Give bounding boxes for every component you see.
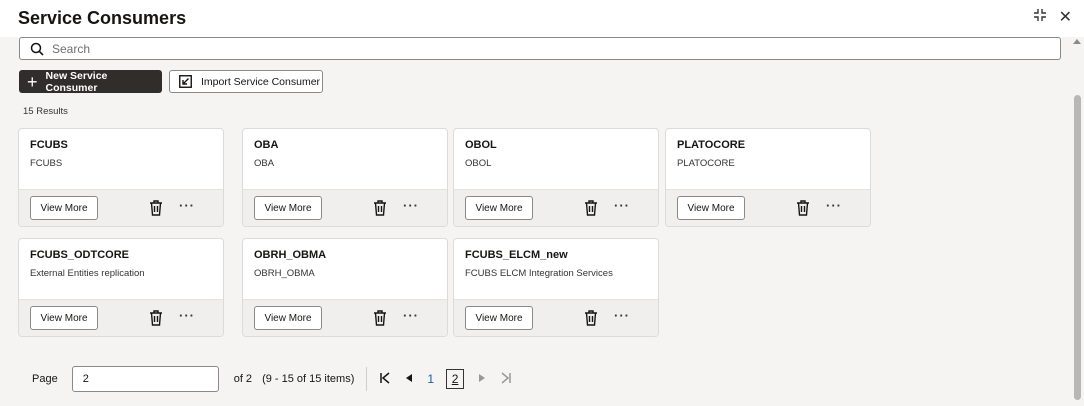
more-options-icon[interactable]: ··· — [614, 198, 630, 213]
first-page-icon[interactable] — [379, 371, 391, 387]
last-page-icon[interactable] — [500, 371, 512, 387]
collapse-arrows-icon[interactable] — [1033, 8, 1047, 28]
page-number-input[interactable]: 2 — [71, 366, 219, 392]
page-count-text: of 2 — [233, 373, 253, 385]
more-options-icon[interactable]: ··· — [826, 198, 842, 213]
divider — [366, 367, 368, 391]
more-options-icon[interactable]: ··· — [179, 308, 195, 323]
import-icon — [179, 75, 192, 88]
card-title: FCUBS_ELCM_new — [465, 249, 568, 261]
card-title: OBOL — [465, 139, 497, 151]
card-obrh-obma: OBRH_OBMA OBRH_OBMA View More ··· — [242, 238, 448, 337]
card-title: OBRH_OBMA — [254, 249, 327, 261]
page-label: Page — [32, 373, 58, 385]
page-title: Service Consumers — [18, 8, 187, 28]
search-icon — [30, 42, 44, 56]
view-more-button[interactable]: View More — [30, 196, 98, 220]
card-footer: View More ··· — [454, 299, 658, 336]
card-footer: View More ··· — [243, 189, 447, 226]
new-service-consumer-label: New Service Consumer — [45, 69, 108, 94]
card-fcubs-odtcore: FCUBS_ODTCORE External Entities replicat… — [18, 238, 224, 337]
card-title: FCUBS — [30, 139, 68, 151]
card-subtitle: FCUBS — [30, 158, 63, 169]
card-title: FCUBS_ODTCORE — [30, 249, 130, 261]
view-more-button[interactable]: View More — [30, 306, 98, 330]
import-service-consumer-label: Import Service Consumer — [201, 75, 321, 88]
trash-icon[interactable] — [584, 310, 598, 326]
card-subtitle: External Entities replication — [30, 268, 145, 279]
card-footer: View More ··· — [19, 299, 223, 336]
results-count: 15 Results — [23, 106, 68, 117]
more-options-icon[interactable]: ··· — [179, 198, 195, 213]
view-more-button[interactable]: View More — [465, 196, 533, 220]
more-options-icon[interactable]: ··· — [403, 308, 419, 323]
view-more-button[interactable]: View More — [465, 306, 533, 330]
header-icons: ✕ — [1033, 8, 1072, 28]
import-service-consumer-button[interactable]: Import Service Consumer — [169, 70, 323, 93]
card-platocore: PLATOCORE PLATOCORE View More ··· — [665, 128, 871, 227]
card-subtitle: FCUBS ELCM Integration Services — [465, 268, 613, 279]
close-icon[interactable]: ✕ — [1059, 8, 1072, 28]
page-link-1[interactable]: 1 — [427, 372, 434, 386]
prev-page-icon[interactable] — [405, 372, 413, 386]
card-fcubs: FCUBS FCUBS View More ··· — [18, 128, 224, 227]
scroll-up-icon[interactable] — [1073, 39, 1081, 44]
card-title: OBA — [254, 139, 279, 151]
view-more-button[interactable]: View More — [677, 196, 745, 220]
view-more-button[interactable]: View More — [254, 196, 322, 220]
card-fcubs-elcm-new: FCUBS_ELCM_new FCUBS ELCM Integration Se… — [453, 238, 659, 337]
card-footer: View More ··· — [454, 189, 658, 226]
trash-icon[interactable] — [373, 310, 387, 326]
trash-icon[interactable] — [796, 200, 810, 216]
trash-icon[interactable] — [373, 200, 387, 216]
items-range-text: (9 - 15 of 15 items) — [262, 373, 355, 385]
trash-icon[interactable] — [584, 200, 598, 216]
card-subtitle: OBA — [254, 158, 275, 169]
card-subtitle: OBRH_OBMA — [254, 268, 315, 279]
scrollbar[interactable] — [1070, 37, 1084, 406]
card-footer: View More ··· — [19, 189, 223, 226]
trash-icon[interactable] — [149, 310, 163, 326]
search-input[interactable]: Search — [19, 37, 1061, 60]
card-subtitle: PLATOCORE — [677, 158, 735, 169]
more-options-icon[interactable]: ··· — [403, 198, 419, 213]
card-subtitle: OBOL — [465, 158, 492, 169]
main-content: Search + New Service Consumer Import Ser… — [0, 37, 1070, 406]
pagination: Page 2 of 2 (9 - 15 of 15 items) 1 2 — [32, 365, 526, 393]
card-title: PLATOCORE — [677, 139, 746, 151]
trash-icon[interactable] — [149, 200, 163, 216]
card-footer: View More ··· — [666, 189, 870, 226]
new-service-consumer-button[interactable]: + New Service Consumer — [19, 69, 162, 94]
search-placeholder: Search — [52, 41, 91, 56]
card-footer: View More ··· — [243, 299, 447, 336]
next-page-icon[interactable] — [478, 372, 486, 386]
view-more-button[interactable]: View More — [254, 306, 322, 330]
card-obol: OBOL OBOL View More ··· — [453, 128, 659, 227]
dialog-header: Service Consumers ✕ — [0, 0, 1084, 37]
scrollbar-thumb[interactable] — [1074, 95, 1081, 400]
plus-icon: + — [27, 71, 38, 92]
page-link-current[interactable]: 2 — [446, 369, 465, 389]
card-oba: OBA OBA View More ··· — [242, 128, 448, 227]
more-options-icon[interactable]: ··· — [614, 308, 630, 323]
